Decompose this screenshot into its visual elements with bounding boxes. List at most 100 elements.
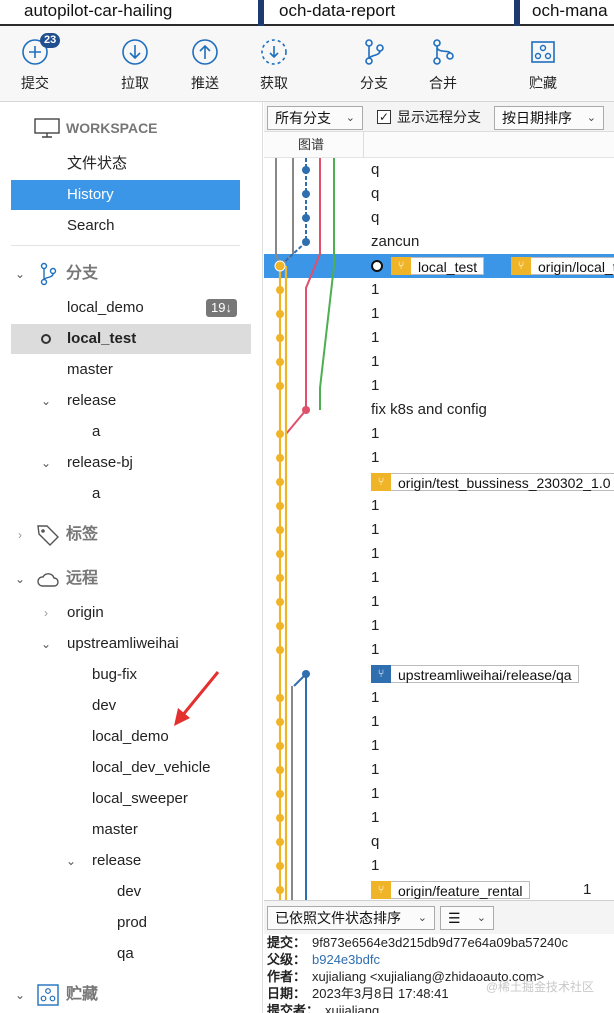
detail-committer: 提交者： xujialiang (267, 1002, 614, 1013)
graph-commit-dot[interactable] (276, 550, 284, 558)
remote-branch-local-dev-vehicle[interactable]: local_dev_vehicle (92, 753, 210, 783)
commit-hash[interactable]: 9f873e6564e3d215db9d77e64a09ba57240c (312, 935, 568, 950)
branch-folder-release[interactable]: ⌄ release (39, 386, 239, 416)
graph-commit-dot[interactable] (276, 526, 284, 534)
branch-folder-release-bj[interactable]: ⌄ release-bj (39, 448, 239, 478)
show-remote-checkbox[interactable]: ✓ (377, 110, 391, 124)
remote-folder-release[interactable]: ⌄ release (64, 846, 244, 876)
branch-ref-tag[interactable]: ⑂ upstreamliweihai/release/qa (371, 665, 579, 683)
graph-commit-dot[interactable] (276, 382, 284, 390)
tab-label: autopilot-car-hailing (24, 1, 173, 20)
tags-header[interactable]: › 标签 (11, 520, 251, 550)
branch-filter-select[interactable]: 所有分支 ⌄ (267, 106, 363, 130)
commit-button[interactable]: 23 提交 (0, 33, 70, 93)
push-button[interactable]: 推送 (170, 38, 240, 93)
branch-ref-tag[interactable]: ⑂ origin/feature_rental (371, 881, 530, 899)
commit-message: 1 (371, 617, 380, 634)
graph-commit-dot[interactable] (276, 790, 284, 798)
remote-release-dev[interactable]: dev (117, 877, 141, 907)
remote-branch-dev[interactable]: dev (92, 691, 116, 721)
graph-commit-dot[interactable] (302, 406, 310, 414)
remote-branch-label: prod (117, 914, 148, 931)
graph-lane (279, 158, 294, 267)
workspace-search[interactable]: Search (67, 211, 115, 241)
branch-local-demo[interactable]: local_demo 19↓ (11, 293, 251, 323)
merge-button[interactable]: 合并 (408, 38, 478, 93)
divider (11, 245, 240, 246)
graph-commit-dot[interactable] (302, 238, 310, 246)
tab-autopilot[interactable]: autopilot-car-hailing (0, 0, 258, 24)
detail-commit: 提交： 9f873e6564e3d215db9d77e64a09ba57240c (267, 934, 614, 951)
tab-och-mana[interactable]: och-mana (520, 0, 614, 24)
graph-commit-dot[interactable] (276, 742, 284, 750)
sort-select[interactable]: 按日期排序 ⌄ (494, 106, 604, 130)
graph-commit-dot[interactable] (276, 886, 284, 894)
graph-commit-dot[interactable] (276, 862, 284, 870)
graph-commit-dot[interactable] (276, 694, 284, 702)
stash-header[interactable]: ⌄ 贮藏 (11, 980, 251, 1010)
fetch-button[interactable]: 获取 (239, 38, 309, 93)
workspace-history[interactable]: History (11, 180, 240, 210)
commit-message: 1 (371, 737, 380, 754)
pull-button[interactable]: 拉取 (100, 38, 170, 93)
branch-master[interactable]: master (67, 355, 113, 385)
detail-key: 父级： (267, 952, 307, 967)
remote-branch-label: local_dev_vehicle (92, 759, 211, 776)
commit-message: 1 (371, 305, 380, 322)
annotation-arrow-icon (174, 671, 220, 726)
remote-release-qa[interactable]: qa (117, 939, 134, 969)
graph-commit-dot[interactable] (276, 454, 284, 462)
file-sort-value: 已依照文件状态排序 (275, 910, 401, 926)
remote-upstream[interactable]: ⌄ upstreamliweihai (39, 629, 259, 659)
branch-release-a[interactable]: a (92, 417, 100, 447)
graph-commit-dot[interactable] (276, 430, 284, 438)
graph-commit-dot[interactable] (276, 334, 284, 342)
graph-commit-dot[interactable] (276, 718, 284, 726)
graph-commit-dot[interactable] (276, 814, 284, 822)
file-sort-select[interactable]: 已依照文件状态排序 ⌄ (267, 906, 435, 930)
remote-release-prod[interactable]: prod (117, 908, 147, 938)
branch-local-test[interactable]: local_test (11, 324, 251, 354)
behind-count-badge: 19↓ (206, 299, 237, 317)
branch-ref-tag[interactable]: ⑂ local_test (391, 257, 485, 275)
chevron-down-icon: ⌄ (14, 267, 26, 281)
detail-key: 作者： (267, 969, 307, 984)
workspace-file-status[interactable]: 文件状态 (67, 149, 127, 179)
graph-commit-dot[interactable] (276, 310, 284, 318)
show-remote-label: 显示远程分支 (397, 109, 481, 125)
graph-commit-dot[interactable] (276, 574, 284, 582)
graph-commit-dot[interactable] (302, 670, 310, 678)
stash-button[interactable]: 贮藏 (508, 38, 578, 93)
branch-ref-tag[interactable]: ⑂ origin/test_bussiness_230302_1.0 (371, 473, 614, 491)
commit-message: 1 (583, 881, 592, 898)
parent-hash-link[interactable]: b924e3bdfc (312, 952, 380, 967)
view-mode-select[interactable]: ☰ ⌄ (440, 906, 494, 930)
commit-message: 1 (371, 569, 380, 586)
graph-commit-dot[interactable] (302, 166, 310, 174)
remote-origin[interactable]: › origin (39, 598, 239, 628)
chevron-down-icon: ⌄ (345, 112, 355, 124)
graph-commit-dot[interactable] (276, 646, 284, 654)
graph-commit-dot[interactable] (302, 214, 310, 222)
tab-och-data-report[interactable]: och-data-report (264, 0, 514, 24)
branch-ref-tag[interactable]: ⑂ origin/local_t (511, 257, 614, 275)
branches-header[interactable]: ⌄ 分支 (11, 259, 251, 289)
graph-commit-dot[interactable] (276, 598, 284, 606)
branch-release-bj-a[interactable]: a (92, 479, 100, 509)
graph-commit-dot[interactable] (302, 190, 310, 198)
graph-commit-dot[interactable] (274, 260, 286, 272)
graph-commit-dot[interactable] (276, 502, 284, 510)
remote-branch-local-sweeper[interactable]: local_sweeper (92, 784, 188, 814)
remote-branch-master[interactable]: master (92, 815, 138, 845)
remotes-header[interactable]: ⌄ 远程 (11, 564, 251, 594)
graph-commit-dot[interactable] (276, 478, 284, 486)
graph-commit-dot[interactable] (276, 838, 284, 846)
graph-commit-dot[interactable] (276, 286, 284, 294)
graph-commit-dot[interactable] (276, 358, 284, 366)
remote-branch-bug-fix[interactable]: bug-fix (92, 660, 137, 690)
graph-lane (293, 671, 307, 900)
graph-commit-dot[interactable] (276, 766, 284, 774)
branch-button[interactable]: 分支 (339, 38, 409, 93)
graph-commit-dot[interactable] (276, 622, 284, 630)
remote-branch-local-demo[interactable]: local_demo (92, 722, 169, 752)
